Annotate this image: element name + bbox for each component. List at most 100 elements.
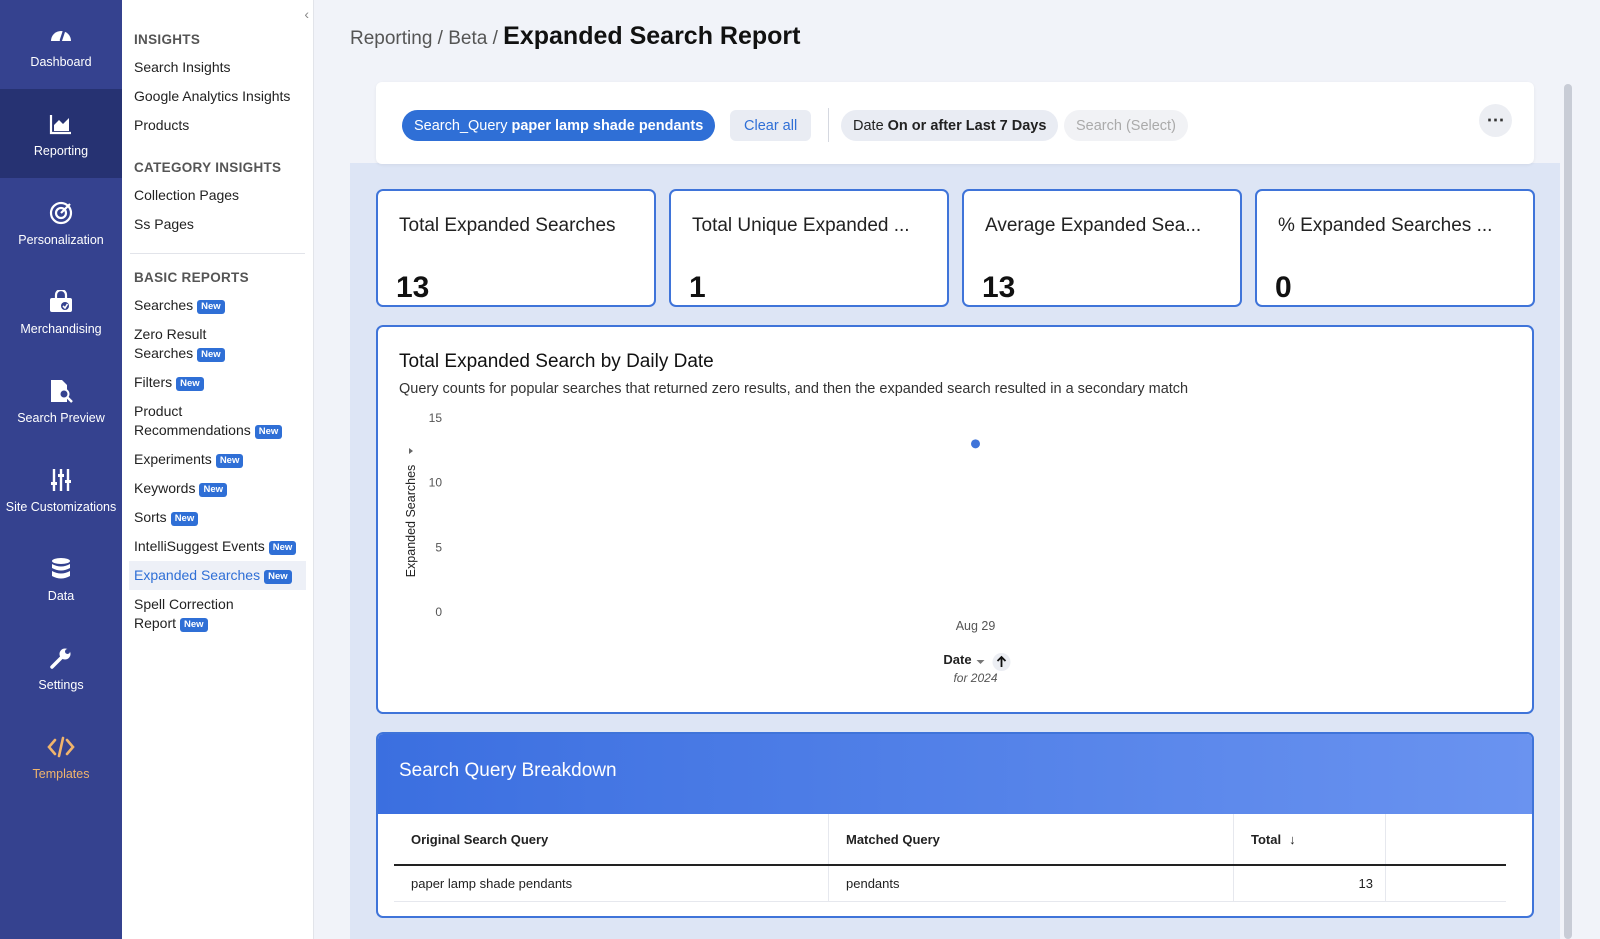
shopping-bag-icon <box>47 288 75 316</box>
kpi-value: 13 <box>982 271 1016 304</box>
new-badge: New <box>215 454 244 468</box>
kpi-card-total-unique-expanded[interactable]: Total Unique Expanded ... 1 <box>669 189 949 307</box>
subnav-keywords-label: Keywords <box>134 480 196 496</box>
nav-settings-label: Settings <box>38 677 84 692</box>
subnav-experiments-label: Experiments <box>134 451 212 467</box>
new-badge: New <box>170 512 199 526</box>
kpi-value: 13 <box>396 271 430 304</box>
y-axis-label: Expanded Searches <box>404 465 418 578</box>
subnav-expanded-searches-label: Expanded Searches <box>134 567 261 583</box>
filter-bar: Search_Query paper lamp shade pendants Cl… <box>376 82 1534 164</box>
new-badge: New <box>180 618 208 632</box>
total-header-label: Total <box>1251 831 1282 847</box>
table-title: Search Query Breakdown <box>399 760 617 781</box>
database-icon <box>47 555 75 583</box>
kpi-card-percent-expanded[interactable]: % Expanded Searches ... 0 <box>1255 189 1535 307</box>
cell-total: 13 <box>1234 866 1386 901</box>
subnav-filters-label: Filters <box>134 374 173 390</box>
main-content: Reporting / Beta / Expanded Search Repor… <box>314 0 1600 939</box>
target-icon <box>47 199 75 227</box>
subnav-divider <box>130 253 305 254</box>
breakdown-table: Original Search Query Matched Query Tota… <box>394 814 1506 902</box>
subnav-google-analytics-insights[interactable]: Google Analytics Insights <box>122 82 313 111</box>
x-axis-dropdown-icon <box>976 660 985 664</box>
x-tick-label: Aug 29 <box>956 619 996 633</box>
search-filter-chip[interactable]: Search (Select) <box>1064 110 1188 141</box>
breadcrumb-beta[interactable]: Beta <box>448 28 487 49</box>
subnav-products[interactable]: Products <box>122 111 313 140</box>
clear-all-button[interactable]: Clear all <box>730 110 812 141</box>
subnav-collection-pages[interactable]: Collection Pages <box>122 181 313 210</box>
gauge-icon <box>47 21 75 49</box>
cell-empty <box>1386 866 1506 901</box>
column-header-matched-query[interactable]: Matched Query <box>829 814 1234 864</box>
kpi-title: Total Expanded Searches <box>399 215 616 236</box>
subnav-intellisuggest-events[interactable]: IntelliSuggest Events New <box>122 532 313 561</box>
nav-search-preview-label: Search Preview <box>17 410 105 425</box>
new-badge: New <box>176 377 204 391</box>
scrollbar[interactable] <box>1564 84 1572 939</box>
search-filter-value: (Select) <box>1125 117 1176 134</box>
nav-personalization-label: Personalization <box>18 232 104 247</box>
kpi-card-average-expanded[interactable]: Average Expanded Sea... 13 <box>962 189 1242 307</box>
more-options-button[interactable]: ⋯ <box>1479 104 1512 137</box>
primary-nav-rail: Dashboard Reporting Personalization Merc… <box>0 0 122 939</box>
sliders-icon <box>47 466 75 494</box>
subnav-zero-result-label-2: Searches <box>134 345 194 361</box>
date-filter-value: On or after Last 7 Days <box>887 117 1047 134</box>
breakdown-table-card: Search Query Breakdown Original Search Q… <box>376 732 1534 918</box>
nav-merchandising[interactable]: Merchandising <box>0 267 122 356</box>
search-document-icon <box>47 377 75 405</box>
subnav-product-recs-label-2: Recommendations <box>134 422 251 438</box>
subnav-searches[interactable]: Searches New <box>122 291 313 320</box>
column-header-total[interactable]: Total ↓ <box>1234 814 1386 864</box>
wrench-icon <box>47 644 75 672</box>
subnav-keywords[interactable]: Keywords New <box>122 474 313 503</box>
insights-heading: INSIGHTS <box>134 32 201 47</box>
table-row[interactable]: paper lamp shade pendants pendants 13 <box>394 866 1506 902</box>
cell-matched-query: pendants <box>829 866 1234 901</box>
new-badge: New <box>264 570 292 584</box>
data-point <box>971 439 980 449</box>
nav-data-label: Data <box>47 588 75 603</box>
date-filter-chip[interactable]: Date On or after Last 7 Days <box>841 110 1059 141</box>
subnav-ss-pages[interactable]: Ss Pages <box>122 210 313 239</box>
x-axis-label: Date <box>943 652 971 667</box>
kpi-value: 1 <box>689 271 706 304</box>
subnav-spell-correction-report[interactable]: Spell Correction Report New <box>122 590 313 638</box>
subnav-intellisuggest-label: IntelliSuggest Events <box>134 538 265 554</box>
y-tick-label: 15 <box>429 411 443 425</box>
new-badge: New <box>197 348 225 362</box>
nav-search-preview[interactable]: Search Preview <box>0 356 122 445</box>
nav-settings[interactable]: Settings <box>0 623 122 712</box>
subnav-search-insights[interactable]: Search Insights <box>122 53 313 82</box>
search-query-filter-chip[interactable]: Search_Query paper lamp shade pendants <box>402 110 716 141</box>
breadcrumb-reporting[interactable]: Reporting <box>350 28 432 49</box>
nav-templates[interactable]: Templates <box>0 712 122 801</box>
nav-personalization[interactable]: Personalization <box>0 178 122 267</box>
column-header-original-query[interactable]: Original Search Query <box>394 814 829 864</box>
subnav-product-recommendations[interactable]: Product Recommendations New <box>122 397 313 445</box>
subnav-expanded-searches[interactable]: Expanded Searches New <box>129 561 306 590</box>
subnav-filters[interactable]: Filters New <box>122 368 313 397</box>
table-header-row: Original Search Query Matched Query Tota… <box>394 814 1506 866</box>
breadcrumb-separator: / <box>432 28 449 49</box>
breadcrumb: Reporting / Beta / Expanded Search Repor… <box>350 22 800 51</box>
y-tick-label: 5 <box>435 540 442 554</box>
nav-data[interactable]: Data <box>0 534 122 623</box>
collapse-sidebar-icon[interactable]: ‹ <box>304 6 309 22</box>
subnav-experiments[interactable]: Experiments New <box>122 445 313 474</box>
nav-dashboard[interactable]: Dashboard <box>0 0 122 89</box>
kpi-card-total-expanded-searches[interactable]: Total Expanded Searches 13 <box>376 189 656 307</box>
query-filter-key: Search_Query <box>414 117 508 134</box>
new-badge: New <box>197 300 225 314</box>
subnav-sorts[interactable]: Sorts New <box>122 503 313 532</box>
page-title: Expanded Search Report <box>503 22 801 50</box>
nav-reporting-label: Reporting <box>33 143 89 158</box>
nav-reporting[interactable]: Reporting <box>0 89 122 178</box>
nav-site-customizations[interactable]: Site Customizations <box>0 445 122 534</box>
subnav-zero-result-searches[interactable]: Zero Result Searches New <box>122 320 313 368</box>
search-filter-key: Search <box>1076 117 1122 134</box>
sort-descending-icon[interactable]: ↓ <box>1289 832 1296 847</box>
category-insights-heading: CATEGORY INSIGHTS <box>134 160 282 175</box>
